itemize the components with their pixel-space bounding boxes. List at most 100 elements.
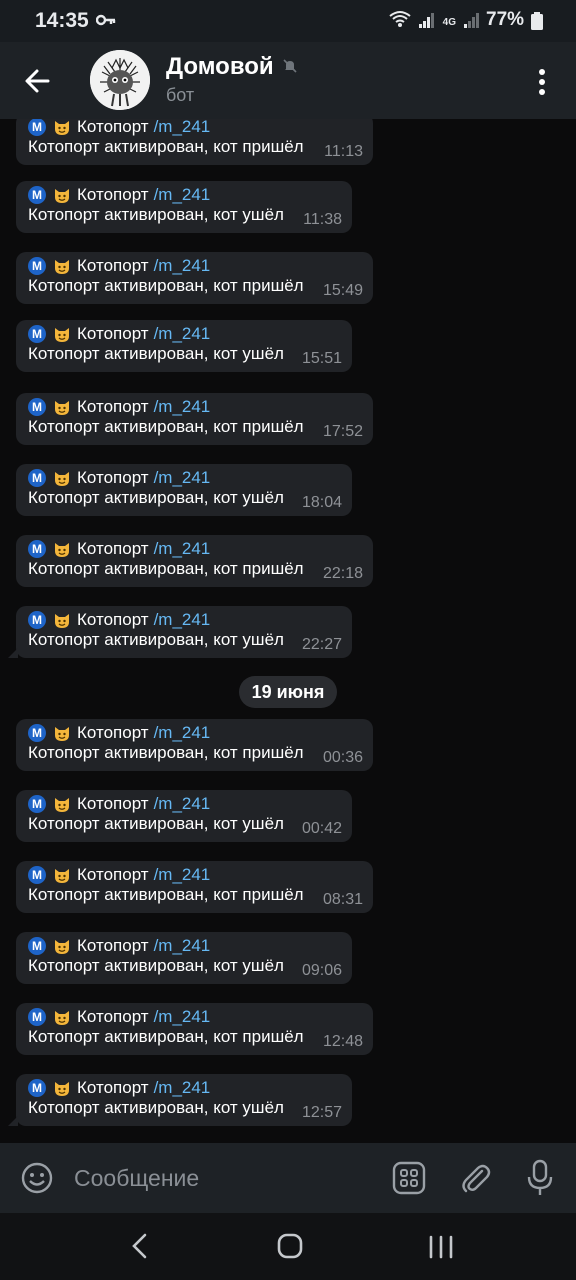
cat-emoji-icon bbox=[55, 472, 69, 486]
message-header: M Котопорт/m_241 bbox=[28, 1078, 210, 1098]
cat-emoji-icon bbox=[55, 401, 69, 415]
message-bubble[interactable]: M Котопорт/m_241 Котопорт активирован, кот… bbox=[16, 320, 352, 372]
avatar[interactable] bbox=[90, 50, 150, 110]
message-sender-label: Котопорт bbox=[77, 1078, 149, 1097]
message-time: 11:38 bbox=[303, 211, 342, 228]
cat-emoji-icon bbox=[55, 727, 69, 741]
message-header: M Котопорт/m_241 bbox=[28, 539, 210, 559]
status-indicators: 4G bbox=[389, 10, 480, 28]
message-bubble[interactable]: M Котопорт/m_241 Котопорт активирован, кот… bbox=[8, 606, 352, 658]
message-sender-label: Котопорт bbox=[77, 794, 149, 813]
message-sender-label: Котопорт bbox=[77, 610, 149, 629]
message-text: Котопорт активирован, кот ушёл bbox=[28, 814, 284, 833]
bot-commands-icon[interactable] bbox=[392, 1161, 426, 1195]
m-badge-icon: M bbox=[28, 257, 46, 275]
chat-title[interactable]: Домовой bbox=[166, 53, 274, 81]
date-separator: 19 июня bbox=[239, 676, 337, 708]
command-link[interactable]: /m_241 bbox=[154, 723, 211, 743]
message-bubble[interactable]: M Котопорт/m_241 Котопорт активирован, кот… bbox=[16, 790, 352, 842]
message-bubble[interactable]: M Котопорт/m_241 Котопорт активирован, кот… bbox=[16, 932, 352, 984]
message-bubble[interactable]: M Котопорт/m_241 Котопорт активирован, кот… bbox=[16, 119, 373, 165]
message-bubble[interactable]: M Котопорт/m_241 Котопорт активирован, кот… bbox=[8, 1074, 352, 1126]
nav-recents-icon[interactable] bbox=[428, 1235, 454, 1259]
message-input[interactable] bbox=[74, 1161, 374, 1195]
message-header: M Котопорт/m_241 bbox=[28, 936, 210, 956]
message-header: M Котопорт/m_241 bbox=[28, 723, 210, 743]
message-composer bbox=[0, 1143, 576, 1213]
m-badge-icon: M bbox=[28, 937, 46, 955]
m-badge-icon: M bbox=[28, 469, 46, 487]
chat-subtitle: бот bbox=[166, 85, 195, 105]
cat-emoji-icon bbox=[55, 614, 69, 628]
nav-home-icon[interactable] bbox=[277, 1233, 303, 1259]
message-header: M Котопорт/m_241 bbox=[28, 324, 210, 344]
emoji-icon[interactable] bbox=[20, 1161, 54, 1195]
message-sender-label: Котопорт bbox=[77, 936, 149, 955]
m-badge-icon: M bbox=[28, 540, 46, 558]
system-nav-bar bbox=[0, 1213, 576, 1280]
message-text: Котопорт активирован, кот пришёл bbox=[28, 885, 304, 904]
message-time: 18:04 bbox=[301, 494, 342, 511]
m-badge-icon: M bbox=[28, 186, 46, 204]
message-bubble[interactable]: M Котопорт/m_241 Котопорт активирован, кот… bbox=[16, 535, 373, 587]
command-link[interactable]: /m_241 bbox=[154, 539, 211, 559]
message-time: 17:52 bbox=[322, 423, 363, 440]
message-bubble[interactable]: M Котопорт/m_241 Котопорт активирован, кот… bbox=[16, 252, 373, 304]
command-link[interactable]: /m_241 bbox=[154, 119, 211, 137]
message-text: Котопорт активирован, кот ушёл bbox=[28, 205, 284, 224]
signal-icon bbox=[418, 13, 434, 28]
message-time: 00:36 bbox=[322, 749, 363, 766]
m-badge-icon: M bbox=[28, 1079, 46, 1097]
message-bubble[interactable]: M Котопорт/m_241 Котопорт активирован, кот… bbox=[16, 719, 373, 771]
message-time: 22:18 bbox=[322, 565, 363, 582]
message-sender-label: Котопорт bbox=[77, 397, 149, 416]
message-header: M Котопорт/m_241 bbox=[28, 185, 210, 205]
message-bubble[interactable]: M Котопорт/m_241 Котопорт активирован, кот… bbox=[16, 393, 373, 445]
message-text: Котопорт активирован, кот пришёл bbox=[28, 559, 304, 578]
message-bubble[interactable]: M Котопорт/m_241 Котопорт активирован, кот… bbox=[16, 861, 373, 913]
message-time: 15:49 bbox=[322, 282, 363, 299]
message-time: 08:31 bbox=[322, 891, 363, 908]
command-link[interactable]: /m_241 bbox=[154, 256, 211, 276]
message-bubble[interactable]: M Котопорт/m_241 Котопорт активирован, кот… bbox=[16, 1003, 373, 1055]
command-link[interactable]: /m_241 bbox=[154, 324, 211, 344]
command-link[interactable]: /m_241 bbox=[154, 610, 211, 630]
command-link[interactable]: /m_241 bbox=[154, 1007, 211, 1027]
message-list[interactable]: M Котопорт/m_241 Котопорт активирован, кот… bbox=[0, 119, 576, 1143]
cat-drawing-icon bbox=[90, 50, 150, 110]
message-text: Котопорт активирован, кот ушёл bbox=[28, 1098, 284, 1117]
command-link[interactable]: /m_241 bbox=[154, 865, 211, 885]
message-text: Котопорт активирован, кот пришёл bbox=[28, 276, 304, 295]
cat-emoji-icon bbox=[55, 121, 69, 135]
m-badge-icon: M bbox=[28, 611, 46, 629]
message-time: 12:48 bbox=[322, 1033, 363, 1050]
command-link[interactable]: /m_241 bbox=[154, 185, 211, 205]
m-badge-icon: M bbox=[28, 724, 46, 742]
command-link[interactable]: /m_241 bbox=[154, 1078, 211, 1098]
mic-icon[interactable] bbox=[526, 1159, 554, 1197]
message-time: 09:06 bbox=[301, 962, 342, 979]
cat-emoji-icon bbox=[55, 1082, 69, 1096]
command-link[interactable]: /m_241 bbox=[154, 468, 211, 488]
message-header: M Котопорт/m_241 bbox=[28, 865, 210, 885]
message-text: Котопорт активирован, кот ушёл bbox=[28, 344, 284, 363]
more-vert-icon[interactable] bbox=[530, 66, 554, 98]
m-badge-icon: M bbox=[28, 398, 46, 416]
message-text: Котопорт активирован, кот пришёл bbox=[28, 743, 304, 762]
back-arrow-icon[interactable] bbox=[18, 61, 58, 101]
cat-emoji-icon bbox=[55, 1011, 69, 1025]
nav-back-icon[interactable] bbox=[130, 1233, 150, 1259]
chat-header: Домовой бот bbox=[0, 42, 576, 119]
attach-icon[interactable] bbox=[458, 1161, 492, 1195]
m-badge-icon: M bbox=[28, 1008, 46, 1026]
command-link[interactable]: /m_241 bbox=[154, 936, 211, 956]
message-sender-label: Котопорт bbox=[77, 865, 149, 884]
message-bubble[interactable]: M Котопорт/m_241 Котопорт активирован, кот… bbox=[16, 464, 352, 516]
message-sender-label: Котопорт bbox=[77, 468, 149, 487]
message-text: Котопорт активирован, кот пришёл bbox=[28, 417, 304, 436]
message-sender-label: Котопорт bbox=[77, 119, 149, 136]
message-bubble[interactable]: M Котопорт/m_241 Котопорт активирован, кот… bbox=[16, 181, 352, 233]
command-link[interactable]: /m_241 bbox=[154, 794, 211, 814]
command-link[interactable]: /m_241 bbox=[154, 397, 211, 417]
message-sender-label: Котопорт bbox=[77, 723, 149, 742]
